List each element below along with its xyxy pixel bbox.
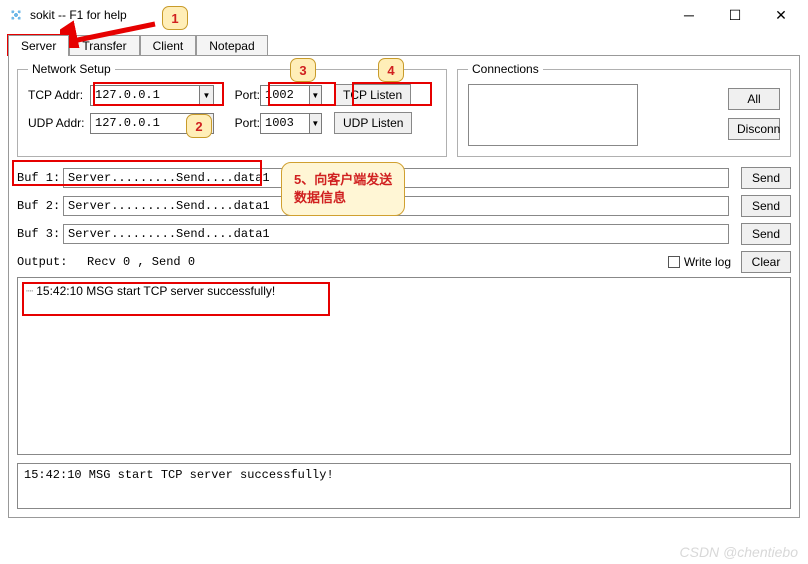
output-label: Output: (17, 255, 87, 269)
checkbox-icon (668, 256, 680, 268)
tab-transfer[interactable]: Transfer (69, 35, 139, 56)
writelog-checkbox[interactable]: Write log (668, 255, 731, 269)
buf1-input[interactable] (63, 168, 729, 188)
tcp-port-label: Port: (220, 88, 260, 102)
log-line: ┈ 15:42:10 MSG start TCP server successf… (26, 284, 782, 298)
udp-addr-input[interactable] (91, 116, 199, 130)
status-output[interactable]: 15:42:10 MSG start TCP server successful… (17, 463, 791, 509)
udp-listen-button[interactable]: UDP Listen (334, 112, 412, 134)
network-legend: Network Setup (28, 62, 115, 76)
app-icon (8, 7, 24, 23)
tcp-port-input[interactable] (261, 88, 309, 102)
connections-list[interactable] (468, 84, 638, 146)
udp-port-label: Port: (220, 116, 260, 130)
chevron-down-icon[interactable]: ▼ (199, 86, 213, 105)
send3-button[interactable]: Send (741, 223, 791, 245)
buf2-label: Buf 2: (17, 199, 63, 213)
connections-group: Connections All Disconn (457, 62, 791, 157)
tab-server[interactable]: Server (8, 35, 69, 56)
all-button[interactable]: All (728, 88, 780, 110)
buf1-label: Buf 1: (17, 171, 63, 185)
chevron-down-icon[interactable]: ▼ (199, 114, 213, 133)
buf2-input[interactable] (63, 196, 729, 216)
clear-button[interactable]: Clear (741, 251, 791, 273)
tcp-addr-combo[interactable]: ▼ (90, 85, 214, 106)
tcp-port-combo[interactable]: ▼ (260, 85, 322, 106)
tcp-listen-button[interactable]: TCP Listen (334, 84, 411, 106)
minimize-button[interactable]: ─ (666, 1, 712, 29)
buf3-input[interactable] (63, 224, 729, 244)
tab-content: Network Setup TCP Addr: ▼ Port: ▼ TCP Li… (8, 55, 800, 518)
close-button[interactable]: ✕ (758, 1, 804, 29)
writelog-label: Write log (684, 255, 731, 269)
log-output[interactable]: ┈ 15:42:10 MSG start TCP server successf… (17, 277, 791, 455)
udp-addr-label: UDP Addr: (28, 116, 90, 130)
chevron-down-icon[interactable]: ▼ (309, 114, 321, 133)
status-line: 15:42:10 MSG start TCP server successful… (24, 468, 334, 482)
tab-client[interactable]: Client (140, 35, 197, 56)
watermark: CSDN @chentiebo (680, 544, 799, 560)
tcp-addr-input[interactable] (91, 88, 199, 102)
send2-button[interactable]: Send (741, 195, 791, 217)
tcp-addr-label: TCP Addr: (28, 88, 90, 102)
buf3-label: Buf 3: (17, 227, 63, 241)
udp-port-combo[interactable]: ▼ (260, 113, 322, 134)
disconnect-button[interactable]: Disconn (728, 118, 780, 140)
udp-port-input[interactable] (261, 116, 309, 130)
chevron-down-icon[interactable]: ▼ (309, 86, 321, 105)
tab-notepad[interactable]: Notepad (196, 35, 267, 56)
maximize-button[interactable]: ☐ (712, 1, 758, 29)
udp-addr-combo[interactable]: ▼ (90, 113, 214, 134)
network-setup-group: Network Setup TCP Addr: ▼ Port: ▼ TCP Li… (17, 62, 447, 157)
output-stats: Recv 0 , Send 0 (87, 255, 195, 269)
window-title: sokit -- F1 for help (30, 8, 666, 22)
connections-legend: Connections (468, 62, 543, 76)
tree-branch-icon: ┈ (26, 284, 32, 298)
send1-button[interactable]: Send (741, 167, 791, 189)
